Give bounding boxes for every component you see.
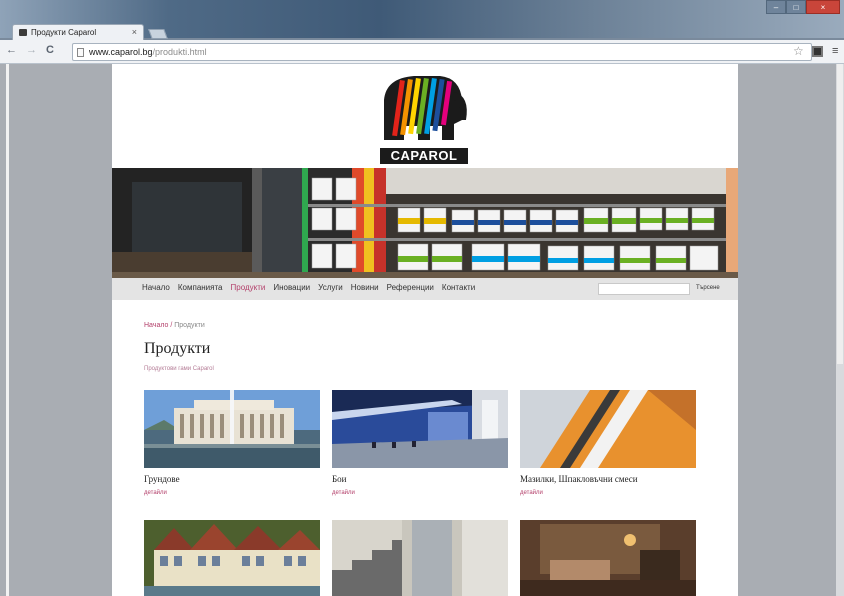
nav-item-products[interactable]: Продукти bbox=[231, 283, 266, 292]
reload-button[interactable]: C bbox=[46, 44, 54, 56]
blue-hall-image bbox=[332, 390, 508, 468]
back-button[interactable]: ← bbox=[6, 44, 17, 56]
bookmark-star-icon[interactable]: ☆ bbox=[793, 44, 804, 58]
nav-item-innovations[interactable]: Иновации bbox=[273, 283, 310, 292]
header-banner-image bbox=[112, 168, 738, 278]
nav-item-references[interactable]: Референции bbox=[387, 283, 434, 292]
window-minimize-button[interactable]: – bbox=[766, 0, 786, 14]
breadcrumb-current: Продукти bbox=[174, 322, 205, 329]
product-card-plasters[interactable]: Мазилки, Шпакловъчни смеси детайли bbox=[520, 390, 696, 496]
product-card-row2-1[interactable] bbox=[144, 520, 320, 596]
product-card-paints[interactable]: Бои детайли bbox=[332, 390, 508, 496]
new-tab-button[interactable] bbox=[148, 29, 168, 39]
window-close-button[interactable]: × bbox=[806, 0, 840, 14]
browser-toolbar: ← → C www.caparol.bg/produkti.html ☆ ≡ bbox=[0, 40, 844, 64]
extension-icon[interactable] bbox=[812, 46, 823, 57]
site-search-button[interactable]: Търсене bbox=[696, 285, 720, 291]
site-search-input[interactable] bbox=[598, 283, 690, 295]
product-name[interactable]: Грундове bbox=[144, 474, 320, 484]
breadcrumb: Начало / Продукти bbox=[144, 322, 205, 329]
vertical-scrollbar[interactable] bbox=[836, 64, 844, 596]
stairs-interior-image bbox=[332, 520, 508, 596]
product-image-stairs[interactable] bbox=[332, 520, 508, 596]
browser-titlebar: Продукти Caparol × – □ × bbox=[0, 0, 844, 40]
address-bar[interactable]: www.caparol.bg/produkti.html bbox=[72, 43, 812, 61]
product-image-paints[interactable] bbox=[332, 390, 508, 468]
main-navigation: Начало Компанията Продукти Иновации Услу… bbox=[112, 278, 738, 300]
logo-wordmark: CAPAROL bbox=[380, 148, 468, 164]
breadcrumb-separator: / bbox=[170, 322, 173, 329]
scrollbar-thumb[interactable] bbox=[837, 64, 843, 364]
living-room-image bbox=[520, 520, 696, 596]
product-image-plasters[interactable] bbox=[520, 390, 696, 468]
url-domain: www.caparol.bg bbox=[89, 47, 153, 57]
website-page: CAPAROL Начало Компанията Продукти Инова… bbox=[112, 64, 738, 596]
tab-close-icon[interactable]: × bbox=[132, 27, 137, 37]
breadcrumb-home-link[interactable]: Начало bbox=[144, 322, 168, 329]
nav-item-services[interactable]: Услуги bbox=[318, 283, 343, 292]
product-image-primers[interactable] bbox=[144, 390, 320, 468]
url-path: /produkti.html bbox=[152, 47, 207, 57]
favicon-icon bbox=[19, 29, 27, 36]
page-title: Продукти bbox=[144, 340, 211, 357]
tab-title: Продукти Caparol bbox=[31, 28, 97, 37]
window-maximize-button[interactable]: □ bbox=[786, 0, 806, 14]
browser-menu-icon[interactable]: ≡ bbox=[832, 45, 838, 57]
orange-facade-image bbox=[520, 390, 696, 468]
opera-house-image bbox=[144, 390, 320, 468]
window-controls: – □ × bbox=[766, 0, 840, 14]
product-name[interactable]: Мазилки, Шпакловъчни смеси bbox=[520, 474, 696, 484]
product-name[interactable]: Бои bbox=[332, 474, 508, 484]
paint-store-shelves-image bbox=[112, 168, 738, 278]
product-image-houses[interactable] bbox=[144, 520, 320, 596]
page-icon bbox=[77, 48, 84, 57]
nav-item-home[interactable]: Начало bbox=[142, 283, 170, 292]
browser-tab[interactable]: Продукти Caparol × bbox=[12, 24, 144, 40]
page-subtitle: Продуктови гами Caparol bbox=[144, 366, 214, 372]
product-card-row2-2[interactable] bbox=[332, 520, 508, 596]
houses-image bbox=[144, 520, 320, 596]
nav-item-company[interactable]: Компанията bbox=[178, 283, 223, 292]
nav-item-contacts[interactable]: Контакти bbox=[442, 283, 475, 292]
product-card-primers[interactable]: Грундове детайли bbox=[144, 390, 320, 496]
product-details-link[interactable]: детайли bbox=[144, 490, 320, 496]
product-details-link[interactable]: детайли bbox=[332, 490, 508, 496]
product-card-row2-3[interactable] bbox=[520, 520, 696, 596]
forward-button[interactable]: → bbox=[26, 44, 37, 56]
browser-viewport: CAPAROL Начало Компанията Продукти Инова… bbox=[0, 64, 844, 596]
viewport-edge bbox=[6, 64, 9, 596]
product-details-link[interactable]: детайли bbox=[520, 490, 696, 496]
product-image-interior[interactable] bbox=[520, 520, 696, 596]
nav-item-news[interactable]: Новини bbox=[351, 283, 379, 292]
